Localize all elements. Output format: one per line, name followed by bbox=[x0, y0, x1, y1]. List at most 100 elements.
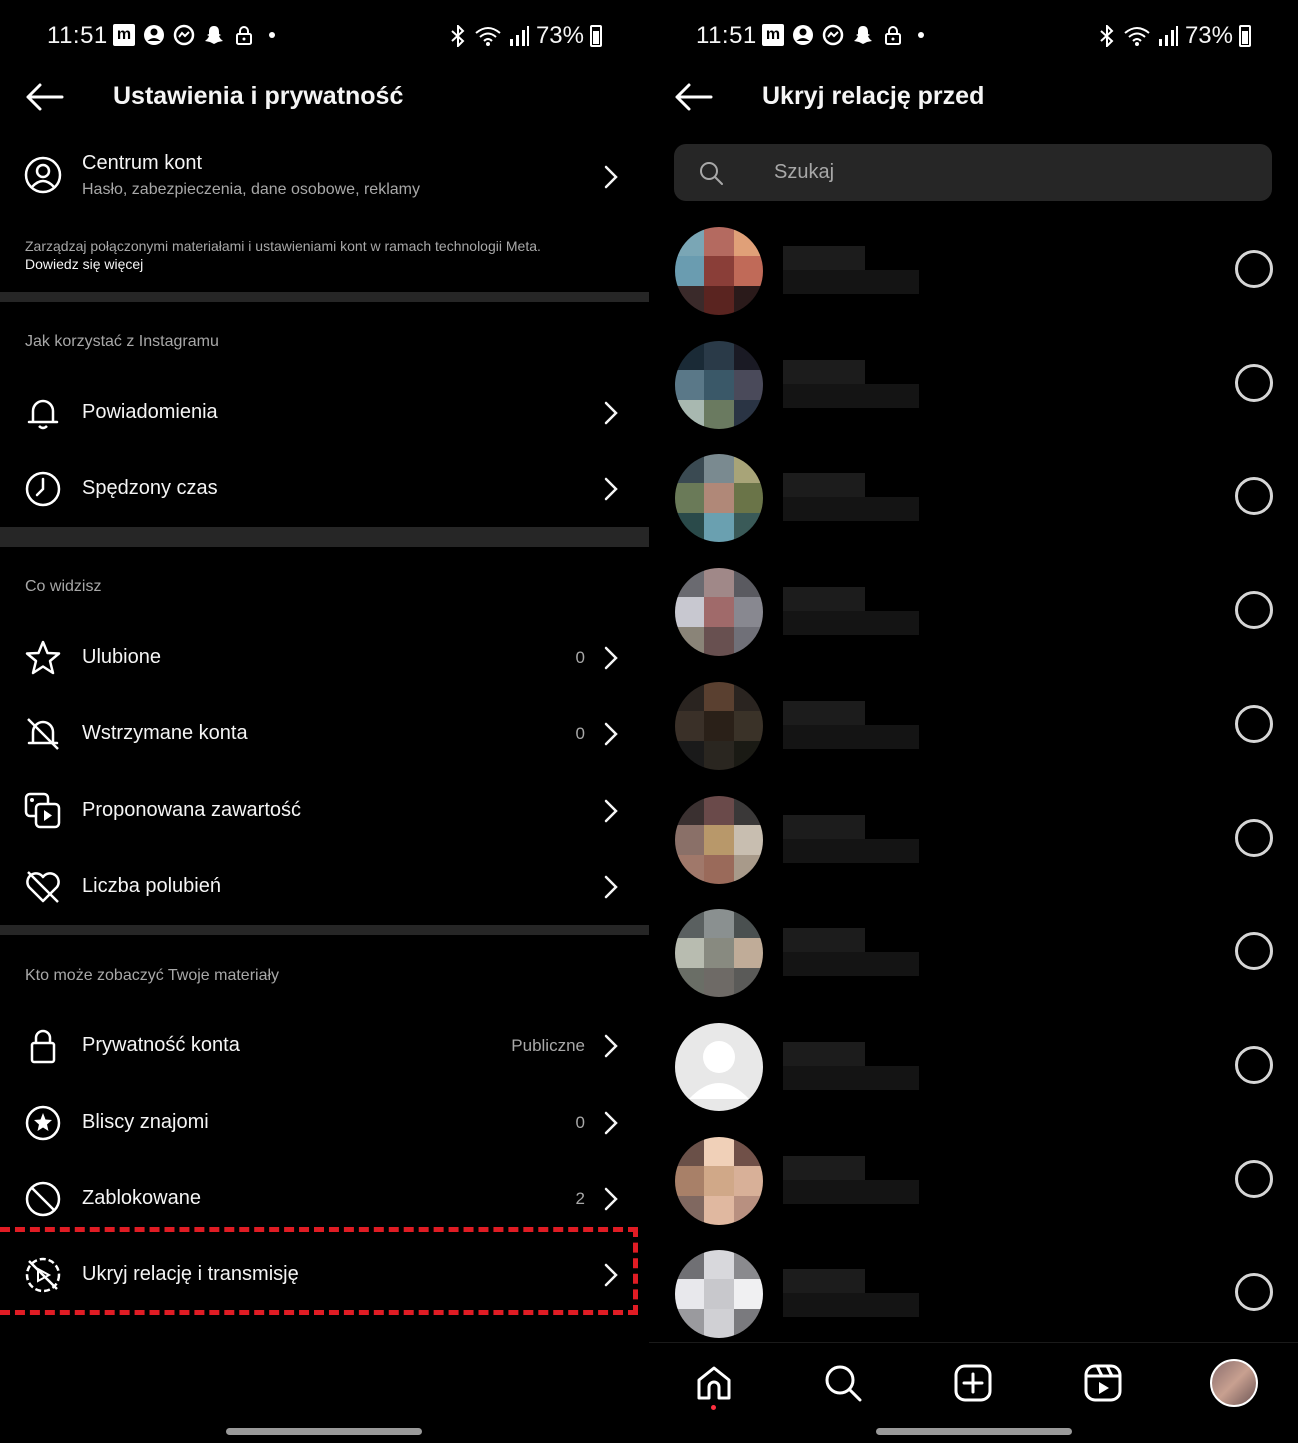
blurred-text bbox=[783, 611, 919, 635]
avatar-pixel bbox=[675, 285, 705, 315]
user-row[interactable] bbox=[649, 224, 1298, 324]
blurred-text bbox=[783, 725, 919, 749]
home-tab[interactable] bbox=[694, 1363, 734, 1403]
blurred-username bbox=[783, 701, 919, 749]
avatar-pixel bbox=[704, 370, 734, 400]
blurred-text bbox=[783, 497, 919, 521]
blurred-text bbox=[783, 1042, 865, 1066]
select-radio[interactable] bbox=[1235, 819, 1273, 857]
snapchat-icon bbox=[205, 26, 223, 44]
settings-header: Ustawienia i prywatność bbox=[0, 70, 649, 126]
chevron-right-icon bbox=[604, 799, 618, 823]
user-row[interactable] bbox=[649, 565, 1298, 665]
lock-status-icon bbox=[885, 26, 901, 45]
user-row[interactable] bbox=[649, 1020, 1298, 1120]
select-radio[interactable] bbox=[1235, 705, 1273, 743]
account-center-row[interactable]: Centrum kont Hasło, zabezpieczenia, dane… bbox=[0, 140, 649, 214]
select-radio[interactable] bbox=[1235, 364, 1273, 402]
settings-item-account-privacy[interactable]: Prywatność konta Publiczne bbox=[0, 1016, 649, 1076]
user-row[interactable] bbox=[649, 451, 1298, 551]
avatar-pixel bbox=[733, 1250, 763, 1280]
blurred-username bbox=[783, 1156, 919, 1204]
user-row[interactable] bbox=[649, 1247, 1298, 1347]
user-row[interactable] bbox=[649, 793, 1298, 893]
search-tab[interactable] bbox=[823, 1363, 863, 1403]
avatar-pixel bbox=[704, 512, 734, 542]
select-radio[interactable] bbox=[1235, 932, 1273, 970]
avatar-pixel bbox=[675, 909, 705, 939]
search-icon bbox=[825, 1365, 862, 1402]
select-radio[interactable] bbox=[1235, 1273, 1273, 1311]
snapchat-icon bbox=[854, 26, 872, 44]
settings-item-close-friends[interactable]: Bliscy znajomi 0 bbox=[0, 1093, 649, 1153]
avatar-pixel bbox=[733, 512, 763, 542]
messenger-icon bbox=[822, 24, 844, 46]
hide-story-panel: 11:51 m 73% Ukryj relację przed Szukaj bbox=[649, 0, 1298, 1443]
section-divider bbox=[0, 292, 649, 302]
select-radio[interactable] bbox=[1235, 1046, 1273, 1084]
suggested-content-icon bbox=[24, 792, 61, 829]
meta-accounts-note: Zarządzaj połączonymi materiałami i usta… bbox=[25, 237, 625, 273]
page-title: Ustawienia i prywatność bbox=[113, 82, 404, 110]
heart-off-icon bbox=[26, 871, 60, 903]
reels-tab[interactable] bbox=[1083, 1363, 1123, 1403]
blurred-text bbox=[783, 1269, 865, 1293]
avatar-pixel bbox=[675, 1308, 705, 1338]
settings-item-count: 0 bbox=[575, 724, 585, 743]
highlight-dashed-box bbox=[0, 1227, 638, 1315]
avatar-pixel bbox=[704, 796, 734, 826]
avatar-pixel bbox=[733, 626, 763, 656]
avatar-pixel bbox=[675, 967, 705, 997]
settings-item-label: Bliscy znajomi bbox=[82, 1111, 209, 1133]
settings-item-muted-accounts[interactable]: Wstrzymane konta 0 bbox=[0, 704, 649, 764]
avatar-pixel bbox=[733, 568, 763, 598]
avatar-pixel bbox=[733, 256, 763, 286]
blurred-text bbox=[783, 952, 919, 976]
avatar-pixel bbox=[733, 682, 763, 712]
settings-item-blocked[interactable]: Zablokowane 2 bbox=[0, 1169, 649, 1229]
blurred-text bbox=[783, 701, 865, 725]
settings-item-favorites[interactable]: Ulubione 0 bbox=[0, 628, 649, 688]
user-row[interactable] bbox=[649, 1134, 1298, 1234]
avatar-pixel bbox=[733, 399, 763, 429]
bluetooth-icon bbox=[1100, 25, 1114, 47]
settings-item-notifications[interactable]: Powiadomienia bbox=[0, 383, 649, 443]
avatar-pixel bbox=[704, 1166, 734, 1196]
settings-item-suggested-content[interactable]: Proponowana zawartość bbox=[0, 781, 649, 841]
settings-item-count: 2 bbox=[575, 1189, 585, 1208]
profile-tab-avatar[interactable] bbox=[1210, 1359, 1258, 1407]
avatar-pixel bbox=[704, 938, 734, 968]
learn-more-link[interactable]: Dowiedz się więcej bbox=[25, 255, 625, 273]
avatar-pixel bbox=[675, 1137, 705, 1167]
avatar-pixel bbox=[704, 740, 734, 770]
search-input[interactable]: Szukaj bbox=[674, 144, 1272, 201]
avatar-pixel bbox=[704, 1308, 734, 1338]
user-row[interactable] bbox=[649, 906, 1298, 1006]
avatar-pixel bbox=[704, 1279, 734, 1309]
blurred-text bbox=[783, 1156, 865, 1180]
lock-status-icon bbox=[236, 26, 252, 45]
settings-item-time-spent[interactable]: Spędzony czas bbox=[0, 459, 649, 519]
back-arrow-icon[interactable] bbox=[673, 82, 713, 112]
avatar-pixel bbox=[704, 711, 734, 741]
avatar-pixel bbox=[704, 227, 734, 257]
select-radio[interactable] bbox=[1235, 250, 1273, 288]
back-arrow-icon[interactable] bbox=[24, 82, 64, 112]
select-radio[interactable] bbox=[1235, 1160, 1273, 1198]
system-icons: 73% bbox=[1097, 22, 1251, 50]
create-tab[interactable] bbox=[953, 1363, 993, 1403]
account-icon bbox=[793, 25, 813, 45]
blurred-text bbox=[783, 270, 919, 294]
user-row[interactable] bbox=[649, 679, 1298, 779]
page-title: Ukryj relację przed bbox=[762, 82, 985, 110]
select-radio[interactable] bbox=[1235, 591, 1273, 629]
user-row[interactable] bbox=[649, 338, 1298, 438]
hide-story-header: Ukryj relację przed bbox=[649, 70, 1298, 126]
select-radio[interactable] bbox=[1235, 477, 1273, 515]
chevron-right-icon bbox=[604, 722, 618, 746]
settings-item-like-counts[interactable]: Liczba polubień bbox=[0, 857, 649, 917]
avatar-pixel bbox=[733, 454, 763, 484]
avatar-pixel bbox=[733, 285, 763, 315]
avatar-pixel bbox=[704, 626, 734, 656]
battery-icon bbox=[590, 25, 602, 47]
